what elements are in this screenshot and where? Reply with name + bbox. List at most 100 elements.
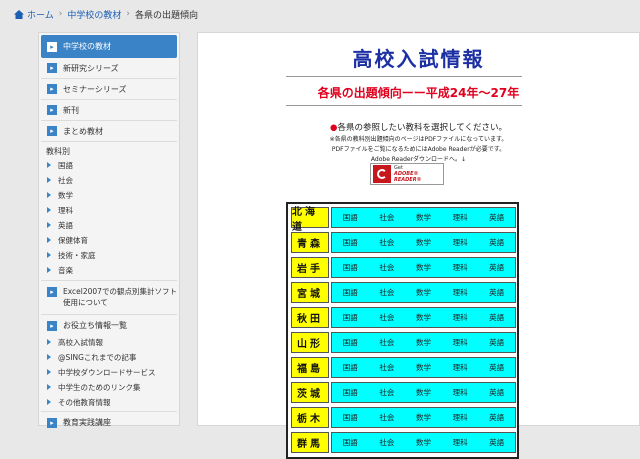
- subject-link-ibaraki-english[interactable]: 英語: [478, 387, 515, 398]
- subject-link-aomori-english[interactable]: 英語: [478, 237, 515, 248]
- subject-link-aomori-science[interactable]: 理科: [442, 237, 479, 248]
- subject-heading: 教科別: [46, 147, 70, 156]
- sidebar-subject-tech-home[interactable]: 技術・家庭: [47, 248, 96, 262]
- sidebar-item-excel-software[interactable]: ▸ Excel2007での観点別集計ソフト 使用について: [41, 281, 177, 315]
- subject-link-gunma-science[interactable]: 理科: [442, 437, 479, 448]
- subject-links: 国語 社会 数学 理科 英語: [331, 357, 516, 378]
- triangle-right-icon: [47, 177, 51, 183]
- subject-link-akita-japanese[interactable]: 国語: [332, 312, 369, 323]
- subject-link-miyagi-social[interactable]: 社会: [369, 287, 406, 298]
- subject-link-iwate-japanese[interactable]: 国語: [332, 262, 369, 273]
- arrow-right-icon: ▸: [47, 417, 57, 428]
- sidebar-subject-english[interactable]: 英語: [47, 218, 73, 232]
- triangle-right-icon: [47, 192, 51, 198]
- subject-link-yamagata-math[interactable]: 数学: [405, 337, 442, 348]
- sidebar-useful-download[interactable]: 中学校ダウンロードサービス: [47, 365, 156, 379]
- instruction-text: ●各県の参照したい教科を選択してください。: [330, 123, 507, 133]
- subject-link-hokkaido-math[interactable]: 数学: [405, 212, 442, 223]
- sidebar-subject-music[interactable]: 音楽: [47, 263, 73, 277]
- subject-link-miyagi-science[interactable]: 理科: [442, 287, 479, 298]
- subject-link-ibaraki-social[interactable]: 社会: [369, 387, 406, 398]
- subject-link-fukushima-science[interactable]: 理科: [442, 362, 479, 373]
- sidebar-subject-japanese[interactable]: 国語: [47, 158, 73, 172]
- subject-link-aomori-math[interactable]: 数学: [405, 237, 442, 248]
- subject-link-miyagi-english[interactable]: 英語: [478, 287, 515, 298]
- table-row: 岩手 国語 社会 数学 理科 英語: [291, 257, 516, 278]
- arrow-right-icon: ▸: [47, 105, 57, 115]
- excel-line-1: Excel2007での観点別集計ソフト: [63, 287, 177, 296]
- breadcrumb-home-link[interactable]: ホーム: [27, 8, 54, 21]
- table-row: 秋田 国語 社会 数学 理科 英語: [291, 307, 516, 328]
- subject-link-yamagata-japanese[interactable]: 国語: [332, 337, 369, 348]
- subject-link-tochigi-japanese[interactable]: 国語: [332, 412, 369, 423]
- table-row: 北海道 国語 社会 数学 理科 英語: [291, 207, 516, 233]
- sidebar-useful-sing-articles[interactable]: @SINGこれまでの記事: [47, 350, 136, 364]
- subject-link-gunma-english[interactable]: 英語: [478, 437, 515, 448]
- subject-link-gunma-math[interactable]: 数学: [405, 437, 442, 448]
- subject-link-gunma-social[interactable]: 社会: [369, 437, 406, 448]
- sidebar-subject-pe[interactable]: 保健体育: [47, 233, 88, 247]
- prefecture-label-miyagi: 宮城: [291, 282, 329, 303]
- sidebar-item-seminar[interactable]: ▸ セミナーシリーズ: [41, 79, 177, 100]
- sidebar-subject-science[interactable]: 理科: [47, 203, 73, 217]
- subject-link-fukushima-social[interactable]: 社会: [369, 362, 406, 373]
- subject-link-gunma-japanese[interactable]: 国語: [332, 437, 369, 448]
- subject-link-akita-social[interactable]: 社会: [369, 312, 406, 323]
- home-icon[interactable]: [14, 9, 24, 19]
- subject-link-tochigi-math[interactable]: 数学: [405, 412, 442, 423]
- sidebar-useful-entrance-exam[interactable]: 高校入試情報: [47, 335, 103, 349]
- subject-link-iwate-science[interactable]: 理科: [442, 262, 479, 273]
- subject-link-yamagata-science[interactable]: 理科: [442, 337, 479, 348]
- subject-link-miyagi-japanese[interactable]: 国語: [332, 287, 369, 298]
- sidebar-item-label: 中学校の教材: [63, 42, 111, 51]
- subject-link-akita-english[interactable]: 英語: [478, 312, 515, 323]
- sidebar-item-label: 新刊: [63, 105, 79, 115]
- subject-links: 国語 社会 数学 理科 英語: [331, 332, 516, 353]
- breadcrumb-parent-link[interactable]: 中学校の教材: [67, 8, 121, 21]
- arrow-right-icon: ▸: [47, 287, 57, 297]
- subject-link-iwate-social[interactable]: 社会: [369, 262, 406, 273]
- subject-link-iwate-math[interactable]: 数学: [405, 262, 442, 273]
- subject-link-ibaraki-science[interactable]: 理科: [442, 387, 479, 398]
- sidebar-item-summary-materials[interactable]: ▸ まとめ教材: [41, 121, 177, 142]
- main-content: 高校入試情報 各県の出題傾向ーー平成24年〜27年 ●各県の参照したい教科を選択…: [197, 32, 640, 459]
- prefecture-label-iwate: 岩手: [291, 257, 329, 278]
- reader-name-label: ADOBE® READER®: [394, 171, 422, 183]
- subject-link-iwate-english[interactable]: 英語: [478, 262, 515, 273]
- sidebar-useful-other[interactable]: その他教育情報: [47, 395, 111, 409]
- excel-line-2: 使用について: [63, 298, 108, 307]
- subject-link-ibaraki-math[interactable]: 数学: [405, 387, 442, 398]
- subject-link-hokkaido-japanese[interactable]: 国語: [332, 212, 369, 223]
- subject-link-fukushima-japanese[interactable]: 国語: [332, 362, 369, 373]
- subject-link-hokkaido-science[interactable]: 理科: [442, 212, 479, 223]
- subject-link-akita-math[interactable]: 数学: [405, 312, 442, 323]
- subject-link-hokkaido-social[interactable]: 社会: [369, 212, 406, 223]
- subject-link-akita-science[interactable]: 理科: [442, 312, 479, 323]
- table-row: 青森 国語 社会 数学 理科 英語: [291, 232, 516, 253]
- sidebar-item-useful-info[interactable]: ▸ お役立ち情報一覧: [41, 315, 177, 336]
- triangle-right-icon: [47, 384, 51, 390]
- sidebar-subject-math[interactable]: 数学: [47, 188, 73, 202]
- subject-link-yamagata-english[interactable]: 英語: [478, 337, 515, 348]
- sidebar-item-new-releases[interactable]: ▸ 新刊: [41, 100, 177, 121]
- subject-link-tochigi-science[interactable]: 理科: [442, 412, 479, 423]
- subject-link-tochigi-social[interactable]: 社会: [369, 412, 406, 423]
- sidebar-subject-social[interactable]: 社会: [47, 173, 73, 187]
- subject-link-ibaraki-japanese[interactable]: 国語: [332, 387, 369, 398]
- sidebar-item-shinkenkyu[interactable]: ▸ 新研究シリーズ: [41, 58, 177, 79]
- subject-link-hokkaido-english[interactable]: 英語: [478, 212, 515, 223]
- subject-link-tochigi-english[interactable]: 英語: [478, 412, 515, 423]
- subject-link-aomori-japanese[interactable]: 国語: [332, 237, 369, 248]
- sidebar-item-junior-high-materials[interactable]: ▸ 中学校の教材: [41, 35, 177, 58]
- subject-link-miyagi-math[interactable]: 数学: [405, 287, 442, 298]
- triangle-right-icon: [47, 267, 51, 273]
- subject-link-aomori-social[interactable]: 社会: [369, 237, 406, 248]
- sidebar-useful-links[interactable]: 中学生のためのリンク集: [47, 380, 141, 394]
- arrow-right-icon: ▸: [47, 84, 57, 94]
- get-adobe-reader-button[interactable]: Get ADOBE® READER®: [370, 163, 444, 185]
- subject-link-fukushima-english[interactable]: 英語: [478, 362, 515, 373]
- subject-link-fukushima-math[interactable]: 数学: [405, 362, 442, 373]
- triangle-right-icon: [47, 369, 51, 375]
- sidebar-item-teaching-seminar[interactable]: ▸ 教育実践講座: [41, 412, 177, 433]
- subject-link-yamagata-social[interactable]: 社会: [369, 337, 406, 348]
